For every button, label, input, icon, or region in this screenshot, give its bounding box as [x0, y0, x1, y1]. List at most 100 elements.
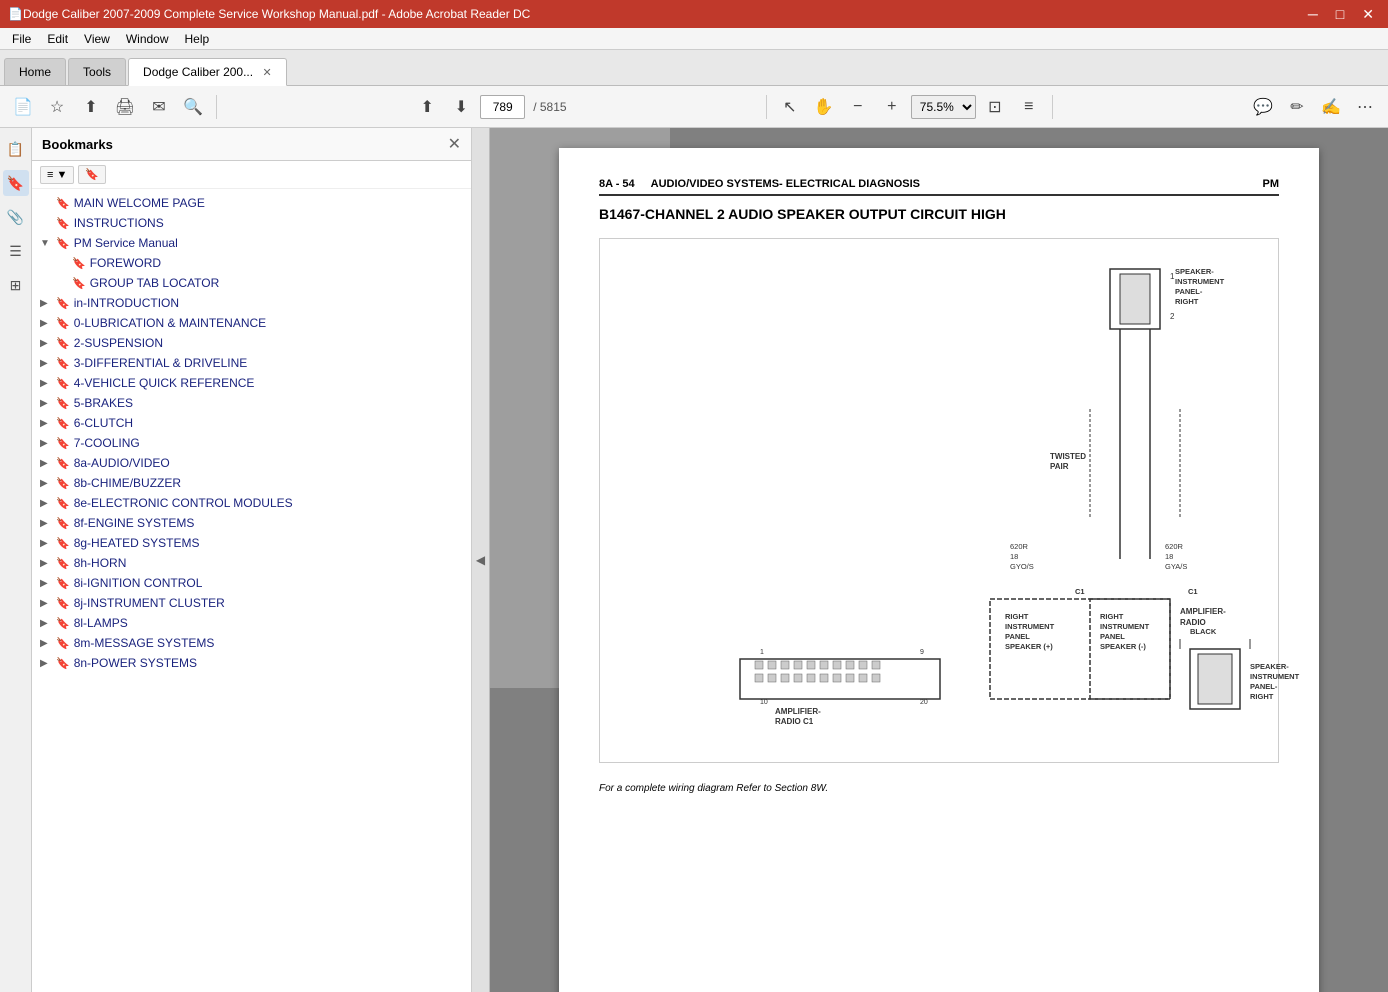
menu-view[interactable]: View — [76, 30, 118, 48]
svg-text:TWISTED: TWISTED — [1050, 452, 1086, 461]
tabbar: Home Tools Dodge Caliber 200... ✕ — [0, 50, 1388, 86]
sidebar-icon-attachments[interactable]: 📎 — [3, 204, 29, 230]
pdf-viewer[interactable]: 8A - 54 AUDIO/VIDEO SYSTEMS- ELECTRICAL … — [490, 128, 1388, 992]
left-icons-panel: 📋 🔖 📎 ☰ ⊞ — [0, 128, 32, 992]
bookmark-item-group-tab[interactable]: 🔖GROUP TAB LOCATOR — [32, 273, 471, 293]
svg-text:INSTRUMENT: INSTRUMENT — [1100, 622, 1150, 631]
bookmark-item-8a-audio[interactable]: ▶🔖8a-AUDIO/VIDEO — [32, 453, 471, 473]
bookmark-expand-4-veh[interactable]: ▶ — [40, 378, 56, 389]
bookmark-item-main-welcome[interactable]: 🔖MAIN WELCOME PAGE — [32, 193, 471, 213]
svg-text:9: 9 — [920, 649, 924, 656]
tab-doc[interactable]: Dodge Caliber 200... ✕ — [128, 58, 287, 86]
bookmark-item-3-diff[interactable]: ▶🔖3-DIFFERENTIAL & DRIVELINE — [32, 353, 471, 373]
sidebar-icon-pages[interactable]: 📋 — [3, 136, 29, 162]
menu-help[interactable]: Help — [177, 30, 218, 48]
toolbar-separator-2 — [766, 95, 767, 119]
close-button[interactable]: ✕ — [1356, 4, 1380, 25]
toolbar-separator-3 — [1052, 95, 1053, 119]
page-up-button[interactable]: ⬆ — [412, 92, 442, 122]
bookmark-expand-pm-service-manual[interactable]: ▼ — [40, 238, 56, 249]
bookmark-item-pm-service-manual[interactable]: ▼🔖PM Service Manual — [32, 233, 471, 253]
bookmarks-options-button[interactable]: ≡ ▼ — [40, 166, 74, 184]
tab-home[interactable]: Home — [4, 58, 66, 85]
bookmark-item-in-intro[interactable]: ▶🔖in-INTRODUCTION — [32, 293, 471, 313]
bookmark-item-instructions[interactable]: 🔖INSTRUCTIONS — [32, 213, 471, 233]
svg-text:RADIO C1: RADIO C1 — [775, 717, 814, 726]
more-button[interactable]: ⋯ — [1350, 92, 1380, 122]
zoom-out-button[interactable]: − — [843, 92, 873, 122]
bookmark-expand-0-lub[interactable]: ▶ — [40, 318, 56, 329]
pen-button[interactable]: ✏ — [1282, 92, 1312, 122]
bookmark-label-8g-heated: 8g-HEATED SYSTEMS — [74, 536, 200, 550]
bookmarks-close-button[interactable]: ✕ — [448, 134, 461, 154]
tab-tools[interactable]: Tools — [68, 58, 126, 85]
sign-button[interactable]: ✍ — [1316, 92, 1346, 122]
print-button[interactable]: 🖨 — [110, 92, 140, 122]
fit-button[interactable]: ⊡ — [980, 92, 1010, 122]
bookmark-item-8n-power[interactable]: ▶🔖8n-POWER SYSTEMS — [32, 653, 471, 673]
page-number-input[interactable]: 789 — [480, 95, 525, 119]
bookmark-expand-8l-lamps[interactable]: ▶ — [40, 618, 56, 629]
menu-file[interactable]: File — [4, 30, 39, 48]
page-down-button[interactable]: ⬇ — [446, 92, 476, 122]
bookmark-expand-8i-ignition[interactable]: ▶ — [40, 578, 56, 589]
bookmark-expand-8f-engine[interactable]: ▶ — [40, 518, 56, 529]
bookmark-expand-8a-audio[interactable]: ▶ — [40, 458, 56, 469]
bookmark-expand-8n-power[interactable]: ▶ — [40, 658, 56, 669]
bookmark-item-8j-instrument[interactable]: ▶🔖8j-INSTRUMENT CLUSTER — [32, 593, 471, 613]
bookmark-expand-8e-ecm[interactable]: ▶ — [40, 498, 56, 509]
comment-button[interactable]: 💬 — [1248, 92, 1278, 122]
mail-button[interactable]: ✉ — [144, 92, 174, 122]
bookmark-expand-3-diff[interactable]: ▶ — [40, 358, 56, 369]
bookmark-expand-8m-message[interactable]: ▶ — [40, 638, 56, 649]
bookmark-item-8f-engine[interactable]: ▶🔖8f-ENGINE SYSTEMS — [32, 513, 471, 533]
bookmark-item-8e-ecm[interactable]: ▶🔖8e-ELECTRONIC CONTROL MODULES — [32, 493, 471, 513]
tab-close-button[interactable]: ✕ — [262, 67, 271, 79]
bookmark-expand-8b-chime[interactable]: ▶ — [40, 478, 56, 489]
bookmark-item-6-clutch[interactable]: ▶🔖6-CLUTCH — [32, 413, 471, 433]
bookmark-expand-7-cooling[interactable]: ▶ — [40, 438, 56, 449]
bookmark-item-8m-message[interactable]: ▶🔖8m-MESSAGE SYSTEMS — [32, 633, 471, 653]
bookmark-item-8i-ignition[interactable]: ▶🔖8i-IGNITION CONTROL — [32, 573, 471, 593]
bookmark-item-5-brakes[interactable]: ▶🔖5-BRAKES — [32, 393, 471, 413]
scroll-button[interactable]: ≡ — [1014, 92, 1044, 122]
svg-text:INSTRUMENT: INSTRUMENT — [1175, 277, 1225, 286]
bookmark-item-4-veh[interactable]: ▶🔖4-VEHICLE QUICK REFERENCE — [32, 373, 471, 393]
bookmark-item-7-cooling[interactable]: ▶🔖7-COOLING — [32, 433, 471, 453]
bookmark-expand-8g-heated[interactable]: ▶ — [40, 538, 56, 549]
sidebar-icon-layers[interactable]: ☰ — [3, 238, 29, 264]
sidebar-icon-nav[interactable]: ⊞ — [3, 272, 29, 298]
upload-button[interactable]: ⬆ — [76, 92, 106, 122]
bookmark-item-0-lub[interactable]: ▶🔖0-LUBRICATION & MAINTENANCE — [32, 313, 471, 333]
sidebar-icon-bookmarks[interactable]: 🔖 — [3, 170, 29, 196]
bookmark-expand-6-clutch[interactable]: ▶ — [40, 418, 56, 429]
bookmark-star-button[interactable]: ☆ — [42, 92, 72, 122]
hand-tool-button[interactable]: ✋ — [809, 92, 839, 122]
menubar: File Edit View Window Help — [0, 28, 1388, 50]
bookmark-expand-2-susp[interactable]: ▶ — [40, 338, 56, 349]
bookmark-item-2-susp[interactable]: ▶🔖2-SUSPENSION — [32, 333, 471, 353]
svg-text:AMPLIFIER-: AMPLIFIER- — [1180, 607, 1226, 616]
zoom-in-button[interactable]: + — [877, 92, 907, 122]
minimize-button[interactable]: ─ — [1302, 4, 1324, 25]
panel-collapse-button[interactable]: ◀ — [472, 128, 490, 992]
bookmark-expand-5-brakes[interactable]: ▶ — [40, 398, 56, 409]
search-button[interactable]: 🔍 — [178, 92, 208, 122]
maximize-button[interactable]: □ — [1330, 4, 1350, 25]
bookmark-expand-in-intro[interactable]: ▶ — [40, 298, 56, 309]
bookmark-expand-8j-instrument[interactable]: ▶ — [40, 598, 56, 609]
menu-window[interactable]: Window — [118, 30, 177, 48]
bookmark-item-8h-horn[interactable]: ▶🔖8h-HORN — [32, 553, 471, 573]
bookmark-item-8g-heated[interactable]: ▶🔖8g-HEATED SYSTEMS — [32, 533, 471, 553]
bookmark-expand-8h-horn[interactable]: ▶ — [40, 558, 56, 569]
bookmarks-title: Bookmarks — [42, 137, 113, 152]
menu-edit[interactable]: Edit — [39, 30, 76, 48]
bookmark-item-8l-lamps[interactable]: ▶🔖8l-LAMPS — [32, 613, 471, 633]
cursor-tool-button[interactable]: ↖ — [775, 92, 805, 122]
zoom-select[interactable]: 50% 75% 75.5% 100% 125% 150% 200% — [911, 95, 976, 119]
bookmarks-new-button[interactable]: 🔖 — [78, 165, 106, 184]
bookmark-item-8b-chime[interactable]: ▶🔖8b-CHIME/BUZZER — [32, 473, 471, 493]
bookmark-label-8l-lamps: 8l-LAMPS — [74, 616, 128, 630]
new-button[interactable]: 📄 — [8, 92, 38, 122]
bookmark-item-foreword[interactable]: 🔖FOREWORD — [32, 253, 471, 273]
